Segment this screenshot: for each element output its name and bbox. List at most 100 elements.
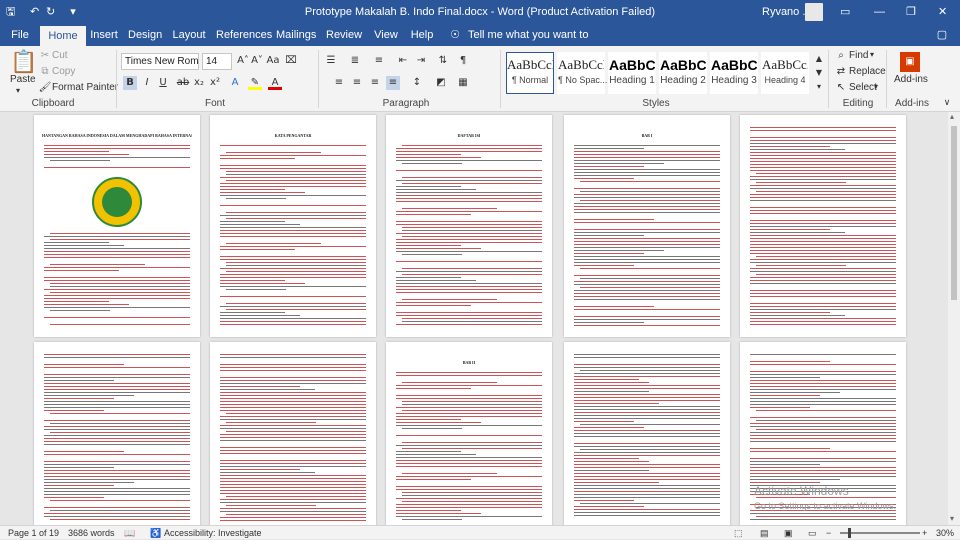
align-right-icon[interactable]: ≡ bbox=[368, 76, 382, 90]
style-normal[interactable]: AaBbCcDc ¶ Normal bbox=[506, 52, 554, 94]
superscript-icon[interactable]: x² bbox=[208, 76, 222, 90]
tab-references[interactable]: References bbox=[216, 24, 272, 46]
web-layout-icon[interactable]: ▭ bbox=[808, 526, 817, 540]
addins-button[interactable]: Add-ins bbox=[894, 74, 928, 85]
style-heading-4[interactable]: AaBbCc. Heading 4 bbox=[761, 52, 809, 94]
style-heading-1[interactable]: AaBbC Heading 1 bbox=[608, 52, 656, 94]
proofing-icon[interactable]: 📖 bbox=[124, 526, 135, 540]
document-page[interactable]: KATA PENGANTAR bbox=[210, 115, 376, 337]
format-painter-button[interactable]: Format Painter bbox=[52, 82, 118, 93]
align-center-icon[interactable]: ≡ bbox=[350, 76, 364, 90]
line-spacing-icon[interactable]: ↕ bbox=[410, 76, 424, 90]
shrink-font-icon[interactable]: A˅ bbox=[250, 54, 264, 68]
borders-icon[interactable]: ▦ bbox=[456, 76, 470, 90]
font-color-icon[interactable]: A bbox=[268, 76, 282, 90]
zoom-out-icon[interactable]: − bbox=[826, 526, 831, 540]
office-addins-icon[interactable]: ▣ bbox=[900, 52, 920, 72]
word-count[interactable]: 3686 words bbox=[68, 526, 115, 540]
text-effects-icon[interactable]: A bbox=[228, 76, 242, 90]
print-layout-icon[interactable]: ▣ bbox=[784, 526, 793, 540]
style-no-spacing[interactable]: AaBbCcDc ¶ No Spac... bbox=[557, 52, 607, 94]
replace-button[interactable]: Replace bbox=[849, 66, 886, 77]
document-page[interactable] bbox=[564, 342, 730, 525]
tab-review[interactable]: Review bbox=[326, 24, 362, 46]
copy-icon[interactable]: ⧉ bbox=[38, 65, 52, 79]
tab-mailings[interactable]: Mailings bbox=[276, 24, 316, 46]
tell-me-search[interactable]: Tell me what you want to do bbox=[468, 24, 598, 63]
scroll-up-icon[interactable]: ▴ bbox=[950, 112, 954, 121]
avatar[interactable] bbox=[805, 3, 823, 21]
redo-icon[interactable]: ↻ bbox=[46, 0, 55, 24]
format-painter-icon[interactable]: 🖌 bbox=[38, 81, 52, 95]
shading-icon[interactable]: ◩ bbox=[434, 76, 448, 90]
tab-home[interactable]: Home bbox=[40, 26, 86, 46]
multilevel-list-icon[interactable]: ≡ bbox=[372, 54, 386, 68]
zoom-level[interactable]: 30% bbox=[936, 526, 954, 540]
styles-scroll-up-icon[interactable]: ▲ bbox=[812, 52, 826, 66]
tab-insert[interactable]: Insert bbox=[88, 24, 120, 46]
clear-formatting-icon[interactable]: ⌧ bbox=[284, 54, 298, 68]
tab-design[interactable]: Design bbox=[128, 24, 162, 46]
select-button[interactable]: Select bbox=[849, 82, 877, 93]
bullets-icon[interactable]: ☰ bbox=[324, 54, 338, 68]
accessibility-status[interactable]: Accessibility: Investigate bbox=[164, 526, 262, 540]
find-dropdown-icon[interactable]: ▾ bbox=[870, 50, 874, 59]
document-page[interactable]: BAB I bbox=[564, 115, 730, 337]
replace-icon[interactable]: ⇄ bbox=[834, 65, 848, 79]
font-size-combo[interactable]: 14 bbox=[202, 53, 232, 70]
numbering-icon[interactable]: ≣ bbox=[348, 54, 362, 68]
ribbon-display-options-icon[interactable]: ▭ bbox=[840, 0, 850, 24]
restore-icon[interactable]: ❐ bbox=[906, 0, 916, 24]
document-page[interactable] bbox=[210, 342, 376, 525]
lightbulb-icon[interactable]: ☉ bbox=[448, 24, 462, 46]
vertical-scrollbar[interactable]: ▴ ▾ bbox=[948, 112, 960, 525]
tab-file[interactable]: File bbox=[6, 24, 34, 46]
change-case-icon[interactable]: Aa bbox=[266, 54, 280, 68]
scrollbar-thumb[interactable] bbox=[951, 126, 957, 300]
document-page[interactable]: HANTANGAN BAHASA INDONESIA DALAM MENGHAD… bbox=[34, 115, 200, 337]
copy-button[interactable]: Copy bbox=[52, 66, 75, 77]
document-page[interactable]: DAFTAR ISI bbox=[386, 115, 552, 337]
decrease-indent-icon[interactable]: ⇤ bbox=[396, 54, 410, 68]
tab-layout[interactable]: Layout bbox=[172, 24, 206, 46]
zoom-slider[interactable] bbox=[840, 532, 920, 534]
tab-view[interactable]: View bbox=[372, 24, 400, 46]
page-count[interactable]: Page 1 of 19 bbox=[8, 526, 59, 540]
collapse-ribbon-icon[interactable]: ∨ bbox=[940, 96, 954, 110]
italic-icon[interactable]: I bbox=[140, 76, 154, 90]
underline-icon[interactable]: U bbox=[156, 76, 170, 90]
style-heading-3[interactable]: AaBbC Heading 3 bbox=[710, 52, 758, 94]
share-icon[interactable]: ▢ bbox=[932, 24, 952, 46]
tab-help[interactable]: Help bbox=[408, 24, 436, 46]
paste-dropdown-icon[interactable]: ▾ bbox=[16, 86, 20, 95]
bold-icon[interactable]: B bbox=[123, 76, 137, 90]
scroll-down-icon[interactable]: ▾ bbox=[950, 514, 954, 523]
document-page[interactable]: BAB II bbox=[386, 342, 552, 525]
document-area[interactable]: HANTANGAN BAHASA INDONESIA DALAM MENGHAD… bbox=[0, 112, 948, 525]
increase-indent-icon[interactable]: ⇥ bbox=[414, 54, 428, 68]
paste-button[interactable]: Paste bbox=[10, 74, 36, 85]
find-icon[interactable]: ⌕ bbox=[834, 49, 848, 63]
focus-mode-icon[interactable]: ⬚ bbox=[734, 526, 743, 540]
zoom-in-icon[interactable]: + bbox=[922, 526, 927, 540]
style-heading-2[interactable]: AaBbC Heading 2 bbox=[659, 52, 707, 94]
document-page[interactable] bbox=[34, 342, 200, 525]
save-icon[interactable]: 🖫 bbox=[6, 0, 15, 24]
accessibility-icon[interactable]: ♿ bbox=[150, 526, 161, 540]
strikethrough-icon[interactable]: ab bbox=[176, 76, 190, 90]
document-page[interactable] bbox=[740, 115, 906, 337]
cut-icon[interactable]: ✂ bbox=[38, 49, 52, 63]
sort-icon[interactable]: ⇅ bbox=[436, 54, 450, 68]
subscript-icon[interactable]: x₂ bbox=[192, 76, 206, 90]
font-family-combo[interactable]: Times New Roma bbox=[121, 53, 199, 70]
highlight-icon[interactable]: ✎ bbox=[248, 76, 262, 90]
quick-access-toolbar-dropdown-icon[interactable]: ▾ bbox=[66, 0, 80, 24]
cut-button[interactable]: Cut bbox=[52, 50, 68, 61]
read-mode-icon[interactable]: ▤ bbox=[760, 526, 769, 540]
paste-icon[interactable]: 📋 bbox=[10, 50, 37, 74]
styles-more-icon[interactable]: ▾ bbox=[812, 80, 826, 94]
styles-scroll-down-icon[interactable]: ▼ bbox=[812, 66, 826, 80]
find-button[interactable]: Find bbox=[849, 50, 868, 61]
grow-font-icon[interactable]: A˄ bbox=[236, 54, 250, 68]
undo-icon[interactable]: ↶ bbox=[30, 0, 39, 24]
